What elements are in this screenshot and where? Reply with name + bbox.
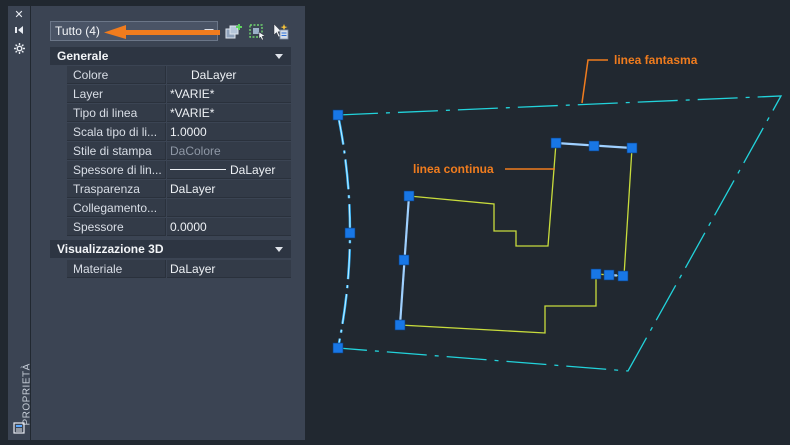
property-name: Colore bbox=[67, 66, 166, 84]
property-name: Tipo di linea bbox=[67, 104, 166, 122]
property-value[interactable]: DaLayer bbox=[167, 180, 291, 198]
grip bbox=[332, 109, 344, 121]
grip bbox=[617, 270, 629, 282]
collapse-icon[interactable] bbox=[275, 54, 283, 59]
annotation-continuous-line: linea continua bbox=[413, 162, 494, 176]
settings-icon[interactable] bbox=[8, 43, 30, 57]
property-value[interactable] bbox=[167, 199, 291, 217]
property-name: Stile di stampa bbox=[67, 142, 166, 160]
selection-grips[interactable] bbox=[332, 109, 638, 354]
property-value[interactable]: 1.0000 bbox=[167, 123, 291, 141]
property-name: Layer bbox=[67, 85, 166, 103]
property-row-layer[interactable]: Layer *VARIE* bbox=[50, 85, 291, 104]
quick-select-icon[interactable] bbox=[271, 23, 289, 40]
grip bbox=[550, 137, 562, 149]
section-general-header[interactable]: Generale bbox=[50, 47, 291, 65]
property-value[interactable]: *VARIE* bbox=[167, 104, 291, 122]
property-name: Scala tipo di li... bbox=[67, 123, 166, 141]
annotation-leaders bbox=[505, 59, 608, 170]
collapse-icon[interactable] bbox=[275, 247, 283, 252]
auto-hide-icon[interactable] bbox=[8, 25, 30, 39]
section-3d-visualization-header[interactable]: Visualizzazione 3D bbox=[50, 240, 291, 258]
property-row-linetype[interactable]: Tipo di linea *VARIE* bbox=[50, 104, 291, 123]
property-name: Spessore di lin... bbox=[67, 161, 166, 179]
property-name: Spessore bbox=[67, 218, 166, 236]
property-value-container[interactable]: DaLayer bbox=[167, 161, 291, 179]
property-value[interactable]: *VARIE* bbox=[167, 85, 291, 103]
property-row-material[interactable]: Materiale DaLayer bbox=[50, 260, 291, 279]
property-value[interactable]: DaLayer bbox=[167, 66, 291, 84]
property-value[interactable]: 0.0000 bbox=[167, 218, 291, 236]
property-row-plot-style[interactable]: Stile di stampa DaColore bbox=[50, 142, 291, 161]
property-row-transparency[interactable]: Trasparenza DaLayer bbox=[50, 180, 291, 199]
property-row-linetype-scale[interactable]: Scala tipo di li... 1.0000 bbox=[50, 123, 291, 142]
grip bbox=[394, 319, 406, 331]
grip bbox=[590, 268, 602, 280]
grip bbox=[603, 269, 615, 281]
property-value: DaLayer bbox=[230, 163, 276, 177]
section-title: Generale bbox=[57, 49, 109, 63]
grip bbox=[403, 190, 415, 202]
callout-arrow bbox=[104, 25, 220, 39]
grip bbox=[588, 140, 600, 152]
lineweight-swatch bbox=[170, 169, 226, 171]
property-row-thickness[interactable]: Spessore 0.0000 bbox=[50, 218, 291, 237]
palette-title-bar: ✕ PROPRIETÀ bbox=[8, 6, 33, 440]
properties-icon[interactable] bbox=[8, 422, 30, 436]
grip bbox=[398, 254, 410, 266]
grip bbox=[332, 342, 344, 354]
property-row-lineweight[interactable]: Spessore di lin... DaLayer bbox=[50, 161, 291, 180]
property-value[interactable]: DaLayer bbox=[167, 260, 291, 278]
property-value: DaColore bbox=[167, 142, 291, 160]
select-objects-icon[interactable] bbox=[248, 23, 266, 40]
annotation-phantom-line: linea fantasma bbox=[614, 53, 698, 67]
close-icon[interactable]: ✕ bbox=[8, 8, 30, 22]
property-name: Trasparenza bbox=[67, 180, 166, 198]
properties-palette: Tutto (4) Generale Colore DaLayer Layer … bbox=[31, 6, 305, 440]
property-name: Collegamento... bbox=[67, 199, 166, 217]
toggle-pickadd-icon[interactable] bbox=[225, 23, 243, 40]
section-title: Visualizzazione 3D bbox=[57, 242, 164, 256]
property-row-hyperlink[interactable]: Collegamento... bbox=[50, 199, 291, 218]
grip bbox=[344, 227, 356, 239]
property-name: Materiale bbox=[67, 260, 166, 278]
grip bbox=[626, 142, 638, 154]
object-type-value: Tutto (4) bbox=[55, 24, 100, 38]
property-row-color[interactable]: Colore DaLayer bbox=[50, 66, 291, 85]
